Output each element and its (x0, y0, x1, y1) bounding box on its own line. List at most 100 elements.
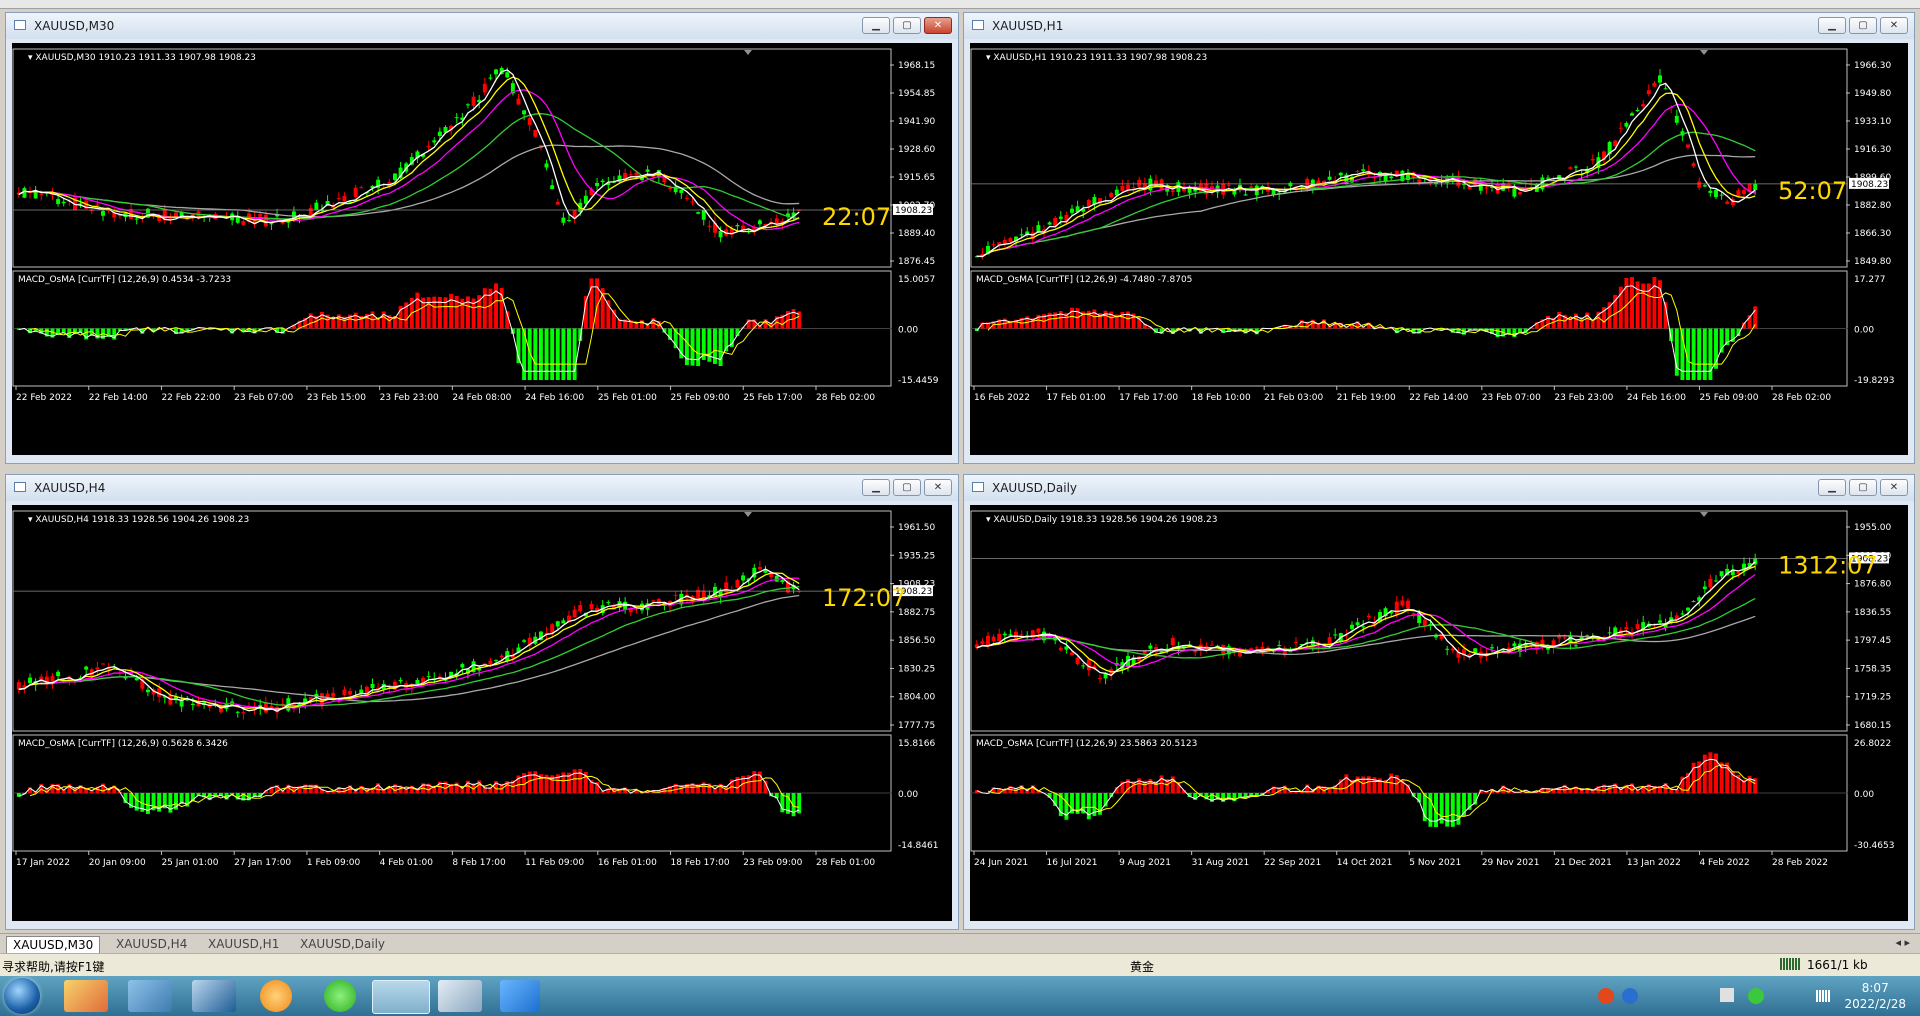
toolbar-strip (0, 0, 1920, 9)
tab-xauusd-daily[interactable]: XAUUSD,Daily (294, 936, 391, 952)
candle-body (499, 655, 504, 658)
macd-tick-label: 26.8022 (1854, 739, 1891, 749)
candle-body (1002, 239, 1007, 244)
sogou-icon[interactable] (1598, 988, 1614, 1004)
chart-window-daily[interactable]: XAUUSD,Daily ▁ ▢ ✕ ▾ XAUUSD,Daily 1918.3… (963, 474, 1915, 930)
chart-area[interactable]: ▾ XAUUSD,M30 1910.23 1911.33 1907.98 190… (12, 43, 952, 455)
close-button[interactable]: ✕ (924, 479, 952, 496)
bar-timer: 1312:07 (1778, 551, 1878, 579)
candle-body (533, 130, 538, 137)
chart-window-icon (14, 20, 26, 30)
refresh-icon[interactable] (260, 980, 292, 1012)
candle-body (1350, 624, 1354, 629)
help-icon[interactable] (1622, 988, 1638, 1004)
time-tick-label: 9 Aug 2021 (1119, 858, 1171, 868)
current-price-label: 1908.23 (895, 206, 932, 216)
candle-body (325, 693, 330, 698)
chart-window-h4[interactable]: XAUUSD,H4 ▁ ▢ ✕ ▾ XAUUSD,H4 1918.33 1928… (5, 474, 959, 930)
macd-bar (550, 328, 555, 380)
volume-icon[interactable] (1720, 988, 1734, 1002)
candle-body (1243, 194, 1248, 196)
notes-icon[interactable] (438, 980, 482, 1012)
chart-area[interactable]: ▾ XAUUSD,H4 1918.33 1928.56 1904.26 1908… (12, 505, 952, 921)
maximize-button[interactable]: ▢ (1849, 17, 1877, 34)
paint-icon[interactable] (64, 980, 108, 1012)
maximize-button[interactable]: ▢ (893, 479, 921, 496)
time-tick-label: 24 Jun 2021 (974, 858, 1028, 868)
price-tick-label: 1915.65 (898, 173, 935, 183)
close-button[interactable]: ✕ (924, 17, 952, 34)
window-titlebar[interactable]: XAUUSD,H4 ▁ ▢ ✕ (6, 475, 958, 501)
candle-body (432, 140, 437, 143)
price-tick-label: 1680.15 (1854, 721, 1891, 731)
chart-area[interactable]: ▾ XAUUSD,Daily 1918.33 1928.56 1904.26 1… (970, 505, 1908, 921)
candle-body (522, 640, 527, 642)
macd-label: MACD_OsMA [CurrTF] (12,26,9) 0.4534 -3.7… (18, 275, 231, 285)
network-tray-icon[interactable] (1816, 990, 1830, 1002)
tab-xauusd-h4[interactable]: XAUUSD,H4 (110, 936, 193, 952)
macd-bar (426, 297, 431, 329)
time-tick-label: 29 Nov 2021 (1482, 858, 1540, 868)
current-price-label: 1908.23 (1851, 180, 1888, 190)
close-button[interactable]: ✕ (1880, 17, 1908, 34)
candle-body (1568, 167, 1573, 169)
mail-icon[interactable] (500, 980, 540, 1012)
candle-body (690, 201, 695, 203)
tab-xauusd-h1[interactable]: XAUUSD,H1 (202, 936, 285, 952)
candle-body (1719, 571, 1724, 577)
macd-bar (1714, 753, 1718, 793)
time-tick-label: 21 Feb 03:00 (1264, 393, 1323, 403)
macd-bar (567, 328, 571, 380)
candle-body (1355, 170, 1360, 172)
minimize-button[interactable]: ▁ (862, 17, 890, 34)
candle-body (1338, 172, 1343, 176)
candle-body (1109, 192, 1114, 198)
maximize-button[interactable]: ▢ (1849, 479, 1877, 496)
candle-body (348, 690, 353, 695)
candle-body (1708, 578, 1713, 588)
chart-window-h1[interactable]: XAUUSD,H1 ▁ ▢ ✕ ▾ XAUUSD,H1 1910.23 1911… (963, 12, 1915, 464)
window-titlebar[interactable]: XAUUSD,Daily ▁ ▢ ✕ (964, 475, 1914, 501)
wechat-icon[interactable] (324, 980, 356, 1012)
price-tick-label: 1928.60 (898, 145, 935, 155)
chart-window-m30[interactable]: XAUUSD,M30 ▁ ▢ ✕ ▾ XAUUSD,M30 1910.23 19… (5, 12, 959, 464)
window-titlebar[interactable]: XAUUSD,H1 ▁ ▢ ✕ (964, 13, 1914, 39)
time-tick-label: 22 Feb 14:00 (1409, 393, 1468, 403)
candle-body (1574, 645, 1578, 647)
candle-body (1019, 234, 1024, 236)
chart-window-icon (14, 482, 26, 492)
wechat-tray-icon[interactable] (1748, 988, 1764, 1004)
minimize-button[interactable]: ▁ (862, 479, 890, 496)
tab-xauusd-m30[interactable]: XAUUSD,M30 (6, 936, 101, 953)
network-icon[interactable] (128, 980, 172, 1012)
candle-body (460, 664, 465, 668)
minimize-button[interactable]: ▁ (1818, 17, 1846, 34)
macd-bar (533, 328, 538, 380)
display-icon[interactable] (192, 980, 236, 1012)
candle-body (741, 575, 746, 581)
candle-body (1361, 626, 1366, 628)
windows-start-icon[interactable] (4, 978, 40, 1014)
candle-body (1641, 104, 1646, 107)
time-tick-label: 21 Dec 2021 (1554, 858, 1612, 868)
macd-label: MACD_OsMA [CurrTF] (12,26,9) -4.7480 -7.… (976, 275, 1192, 285)
time-tick-label: 13 Jan 2022 (1627, 858, 1681, 868)
mt4-icon[interactable] (372, 980, 430, 1014)
price-tick-label: 1941.90 (898, 117, 935, 127)
minimize-button[interactable]: ▁ (1818, 479, 1846, 496)
clock-date: 2022/2/28 (1844, 997, 1906, 1011)
maximize-button[interactable]: ▢ (893, 17, 921, 34)
chart-area[interactable]: ▾ XAUUSD,H1 1910.23 1911.33 1907.98 1908… (970, 43, 1908, 455)
candle-body (494, 659, 498, 661)
candle-body (1075, 657, 1080, 665)
macd-tick-label: -30.4653 (1854, 841, 1894, 851)
time-tick-label: 16 Feb 01:00 (598, 858, 657, 868)
candle-body (1126, 184, 1130, 190)
window-titlebar[interactable]: XAUUSD,M30 ▁ ▢ ✕ (6, 13, 958, 39)
close-button[interactable]: ✕ (1880, 479, 1908, 496)
tab-scroll-arrows[interactable]: ◂ ▸ (1895, 936, 1910, 949)
candle-body (1148, 645, 1153, 649)
time-tick-label: 24 Feb 16:00 (1627, 393, 1686, 403)
clock[interactable]: 8:07 2022/2/28 (1844, 980, 1906, 1012)
window-title: XAUUSD,H4 (34, 481, 106, 495)
